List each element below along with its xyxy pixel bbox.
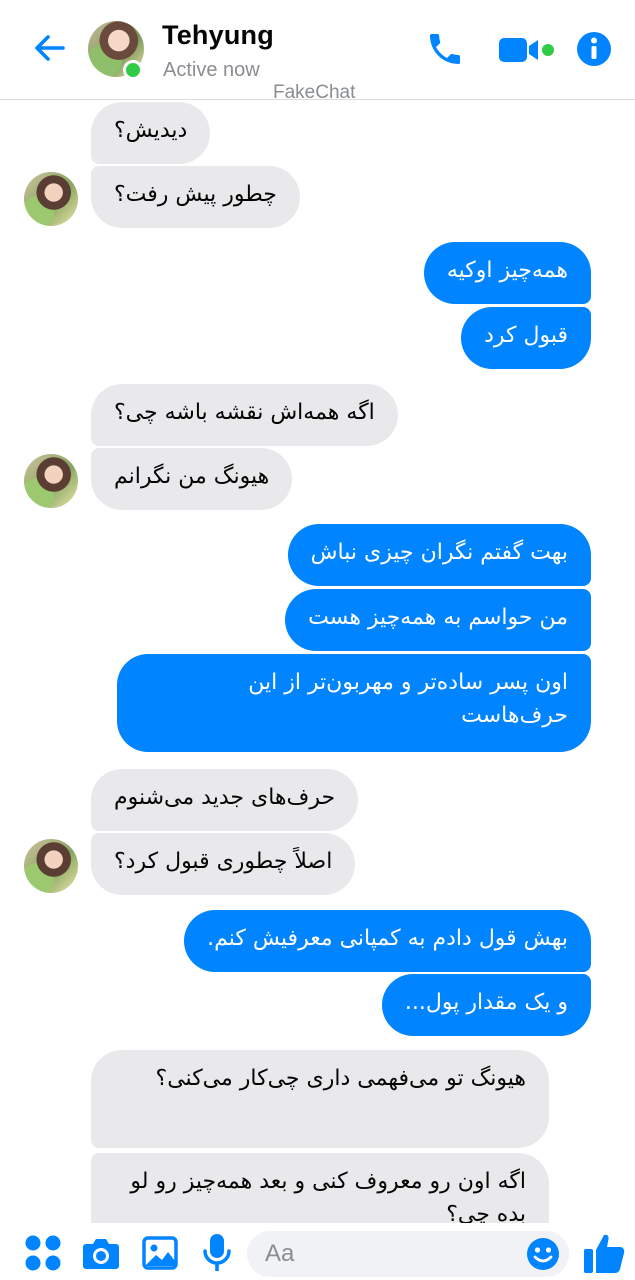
phone-icon (430, 34, 460, 64)
outgoing-message[interactable]: همه‌چیز اوکیه (423, 242, 591, 304)
thumbs-up-icon (584, 1234, 625, 1273)
info-icon (577, 32, 611, 66)
online-status-dot (123, 60, 143, 80)
image-icon (142, 1236, 178, 1270)
info-button[interactable] (574, 29, 614, 69)
incoming-message[interactable]: اگه همه‌اش نقشه باشه چی؟ (91, 384, 398, 446)
incoming-message[interactable]: اصلاً چطوری قبول کرد؟ (91, 833, 356, 895)
contact-avatar[interactable] (24, 454, 78, 508)
call-button[interactable] (422, 26, 468, 72)
outgoing-message[interactable]: قبول کرد (461, 307, 591, 369)
camera-icon (83, 1239, 119, 1269)
incoming-message[interactable]: هیونگ تو می‌فهمی داری چی‌کار می‌کنی؟ (91, 1050, 549, 1148)
video-call-button[interactable] (496, 30, 560, 70)
contact-avatar[interactable] (24, 172, 78, 226)
four-dots-icon (25, 1235, 61, 1271)
contact-active-status: Active now (163, 59, 260, 81)
incoming-message[interactable]: چطور پیش رفت؟ (91, 166, 300, 228)
outgoing-message[interactable]: و یک مقدار پول... (381, 974, 591, 1036)
message-input-container (247, 1231, 569, 1277)
incoming-message[interactable]: حرف‌های جدید می‌شنوم (91, 769, 359, 831)
outgoing-message[interactable]: بهت گفتم نگران چیزی نباش (287, 524, 591, 586)
like-button[interactable] (580, 1229, 628, 1277)
outgoing-message[interactable]: بهش قول دادم به کمپانی معرفیش کنم. (184, 910, 591, 972)
app-watermark: FakeChat (273, 82, 356, 103)
message-composer (0, 1223, 635, 1280)
incoming-message[interactable]: دیدیش؟ (91, 102, 211, 164)
video-camera-icon (499, 38, 554, 62)
contact-name[interactable]: Tehyung (162, 20, 274, 51)
actions-menu-button[interactable] (22, 1232, 64, 1274)
incoming-message[interactable]: هیونگ من نگرانم (91, 448, 293, 510)
outgoing-message[interactable]: اون پسر ساده‌تر و مهربون‌تر از این حرف‌ه… (117, 654, 591, 752)
contact-avatar[interactable] (24, 839, 78, 893)
message-input[interactable] (265, 1237, 515, 1271)
microphone-icon (203, 1234, 231, 1271)
camera-button[interactable] (80, 1233, 122, 1273)
gallery-button[interactable] (139, 1233, 181, 1273)
back-arrow-icon (35, 35, 65, 61)
back-button[interactable] (28, 26, 72, 70)
message-list[interactable]: دیدیش؟ چطور پیش رفت؟ همه‌چیز اوکیه قبول … (0, 100, 635, 1223)
outgoing-message[interactable]: من حواسم به همه‌چیز هست (285, 589, 591, 651)
incoming-message[interactable]: اگه اون رو معروف کنی و بعد همه‌چیز رو لو… (91, 1153, 549, 1223)
smiley-icon (527, 1238, 559, 1270)
emoji-button[interactable] (525, 1236, 561, 1272)
voice-message-button[interactable] (197, 1231, 237, 1275)
